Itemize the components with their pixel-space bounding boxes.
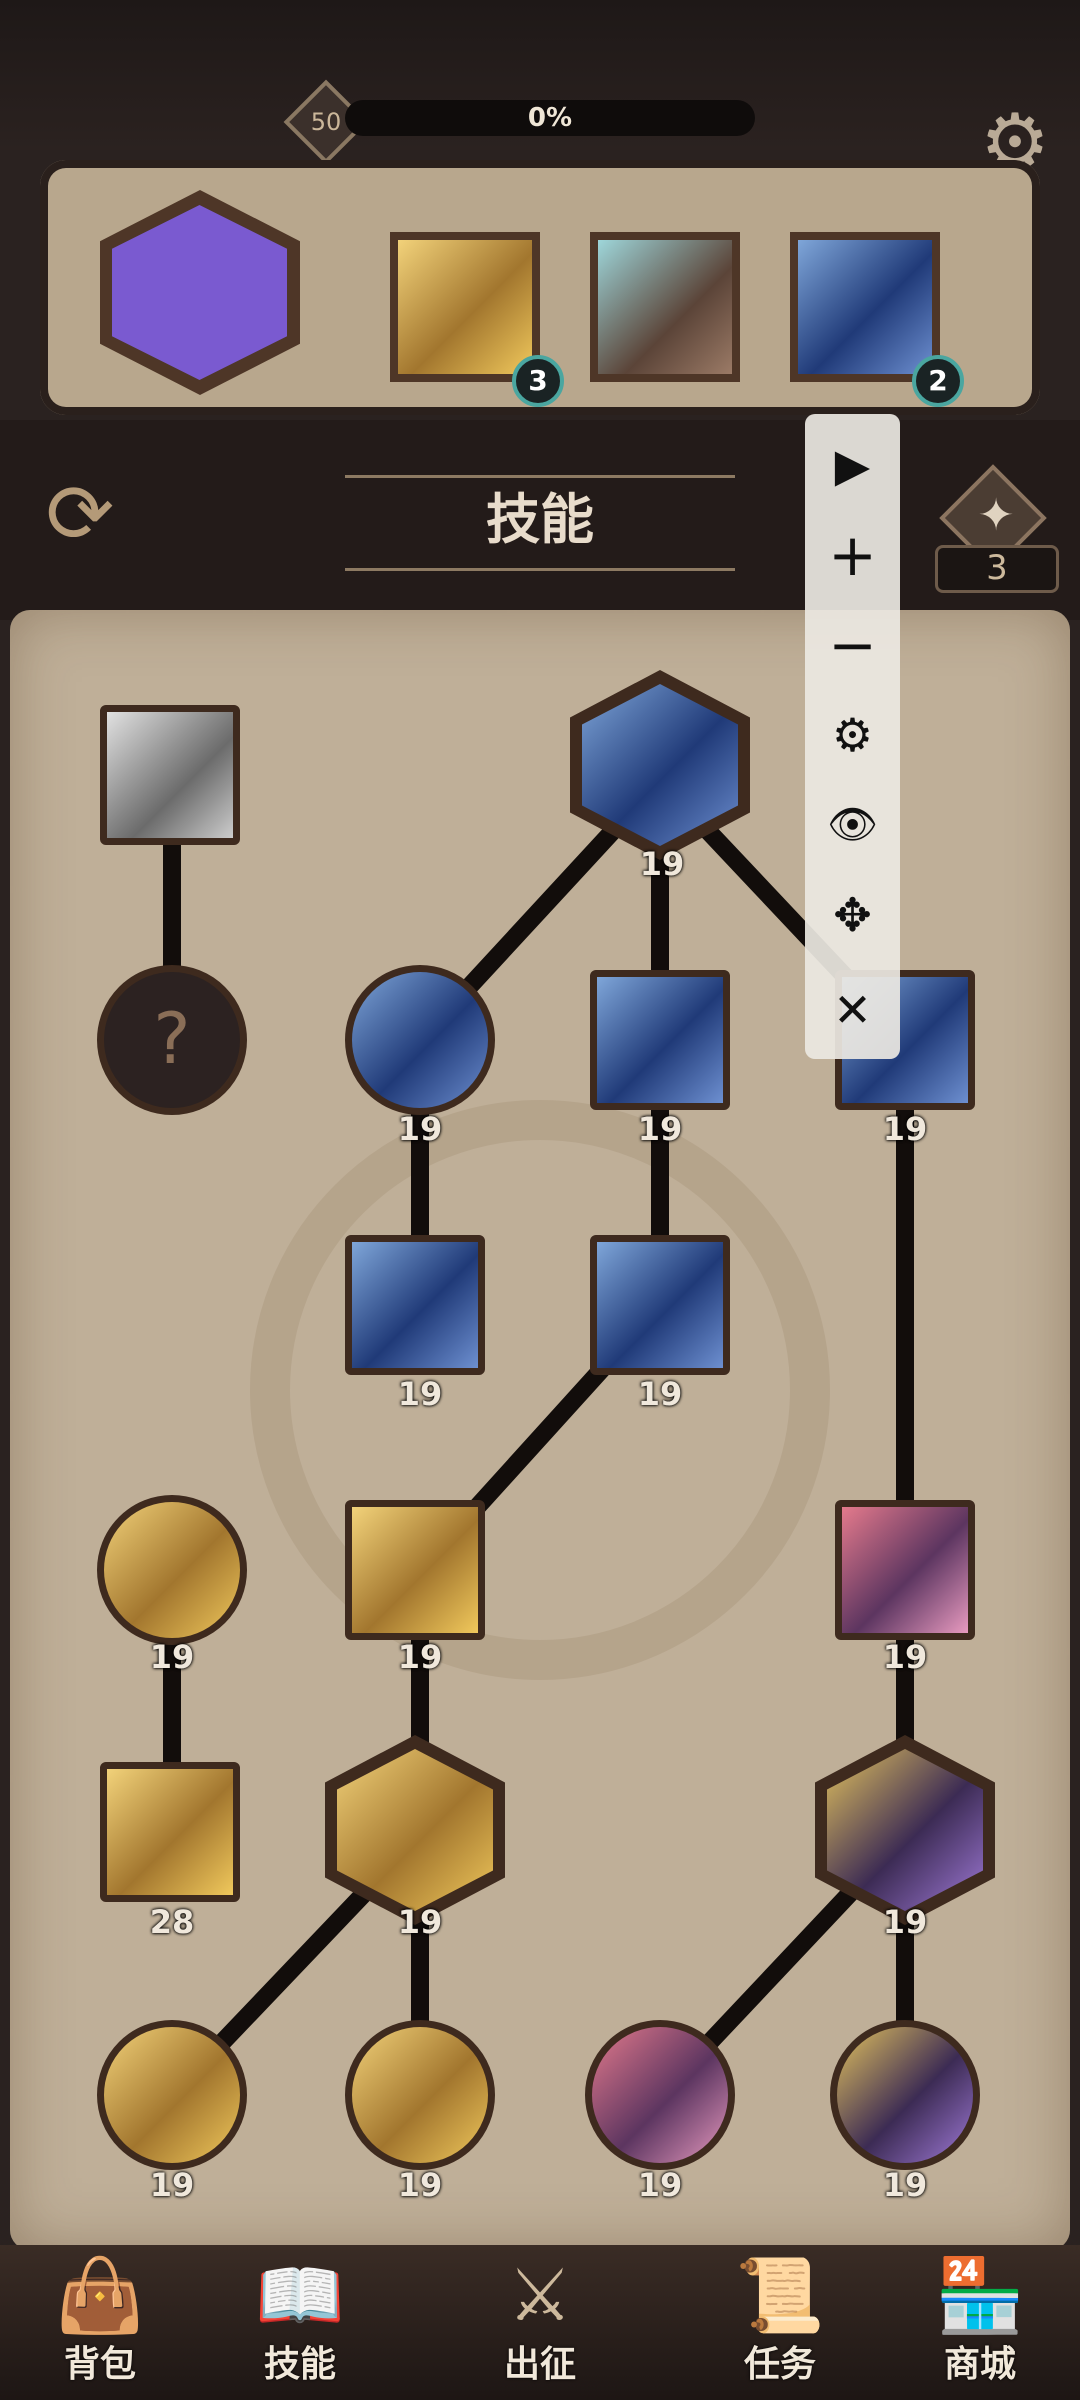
backpack-icon: 👜 [55,2253,145,2337]
nav-label: 背包 [63,2344,136,2385]
skill-level: 19 [637,1110,683,1148]
nav-label: 商城 [943,2344,1016,2385]
skill-level: 19 [639,845,685,883]
sword-map-icon: ⚔ [507,2253,573,2337]
gear-icon[interactable]: ⚙ [805,700,900,770]
skill-level: 19 [882,1903,928,1941]
scroll-icon: 📜 [735,2253,825,2337]
nav-label: 出征 [503,2344,576,2385]
skill-level: 19 [149,1638,195,1676]
plus-icon[interactable]: + [805,520,900,590]
skill-level: 19 [397,1375,443,1413]
skill-node-pink-storm[interactable] [835,1500,975,1640]
shop-icon: 🏪 [935,2253,1025,2337]
nav-quests[interactable]: 📜 任务 [705,2248,855,2398]
skill-level: 19 [882,2166,928,2204]
skill-node-unknown[interactable]: ? [97,965,247,1115]
skill-node-shield-locked[interactable] [100,705,240,845]
nav-shop[interactable]: 🏪 商城 [905,2248,1055,2398]
close-icon[interactable]: ✕ [805,975,900,1045]
nav-backpack[interactable]: 👜 背包 [25,2248,175,2398]
skill-node-pink-gem[interactable] [345,2020,495,2170]
skill-node-pink-flame[interactable] [585,2020,735,2170]
skill-level: 19 [397,2166,443,2204]
nav-label: 任务 [743,2344,816,2385]
skill-level: 28 [149,1903,195,1941]
skill-node-golden-blade[interactable] [100,1762,240,1902]
skill-level: 19 [637,1375,683,1413]
move-icon[interactable]: ✥ [805,880,900,950]
skill-book-icon: 📖 [255,2253,345,2337]
play-icon[interactable]: ▶ [805,430,900,500]
skill-node-gold-hands[interactable] [97,1495,247,1645]
skill-level: 19 [149,2166,195,2204]
skill-node-gold-crystal[interactable] [345,1500,485,1640]
skill-level: 19 [397,1638,443,1676]
skill-level: 19 [397,1110,443,1148]
skill-node-ice-burst[interactable] [590,1235,730,1375]
skill-node-ice-orb[interactable] [345,965,495,1115]
nav-skills[interactable]: 📖 技能 [225,2248,375,2398]
nav-label: 技能 [263,2344,336,2385]
skill-level: 19 [882,1110,928,1148]
skill-level: 19 [397,1903,443,1941]
skill-level: 19 [882,1638,928,1676]
eye-icon[interactable]: 👁 [805,790,900,860]
skill-node-ice-shard[interactable] [345,1235,485,1375]
skill-level: 19 [637,2166,683,2204]
skill-node-star-burst[interactable] [97,2020,247,2170]
minus-icon[interactable]: − [805,610,900,680]
skill-node-ice-shatter[interactable] [590,970,730,1110]
nav-expedition[interactable]: ⚔ 出征 [465,2248,615,2398]
skill-node-purple-bolt[interactable] [830,2020,980,2170]
